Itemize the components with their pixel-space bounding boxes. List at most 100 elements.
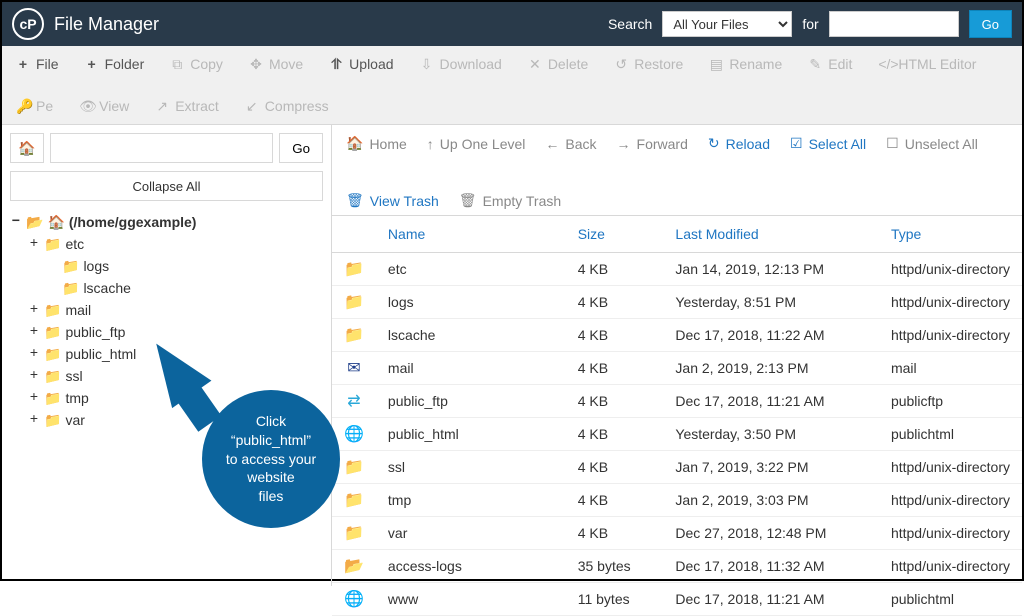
unselect-all-button[interactable]: ☐ Unselect All <box>886 135 978 152</box>
cell-modified: Yesterday, 3:50 PM <box>663 418 879 451</box>
table-row[interactable]: 🌐www11 bytesDec 17, 2018, 11:21 AMpublic… <box>332 583 1022 616</box>
table-row[interactable]: 📁logs4 KBYesterday, 8:51 PMhttpd/unix-di… <box>332 286 1022 319</box>
delete-button[interactable]: ✕ Delete <box>522 50 594 78</box>
cell-name: access-logs <box>376 550 566 583</box>
arrow-up-icon: ↑ <box>427 136 434 152</box>
cell-name: public_ftp <box>376 385 566 418</box>
permissions-button[interactable]: 🔑 Pe <box>10 92 59 120</box>
rename-icon: ▤ <box>709 56 723 73</box>
col-type[interactable]: Type <box>879 216 1022 253</box>
tree-toggle-icon[interactable]: + <box>28 343 40 365</box>
move-button[interactable]: ✥ Move <box>243 50 309 78</box>
col-name[interactable]: Name <box>376 216 566 253</box>
cell-modified: Dec 17, 2018, 11:32 AM <box>663 550 879 583</box>
delete-label: Delete <box>548 56 588 72</box>
tree-item-public_ftp[interactable]: +📁public_ftp <box>10 321 323 343</box>
folder-icon: 📁 <box>344 492 364 509</box>
download-button[interactable]: ⇩ Download <box>414 50 508 78</box>
extract-button[interactable]: ↗ Extract <box>149 92 225 120</box>
tree-item-label: lscache <box>83 277 130 299</box>
arrow-right-icon: → <box>617 136 631 152</box>
tree-item-mail[interactable]: +📁mail <box>10 299 323 321</box>
tree-toggle-icon[interactable]: − <box>10 211 22 233</box>
tree-item-public_html[interactable]: +📁public_html <box>10 343 323 365</box>
search-go-button[interactable]: Go <box>969 10 1012 38</box>
cell-type: httpd/unix-directory <box>879 484 1022 517</box>
plus-icon: + <box>16 56 30 72</box>
move-icon: ✥ <box>249 56 263 73</box>
nav-forward-button[interactable]: → Forward <box>617 135 688 152</box>
search-input[interactable] <box>829 11 959 37</box>
col-last-modified[interactable]: Last Modified <box>663 216 879 253</box>
col-size[interactable]: Size <box>566 216 664 253</box>
tree-item-label: public_html <box>65 343 136 365</box>
collapse-all-button[interactable]: Collapse All <box>10 171 323 201</box>
table-row[interactable]: 📁tmp4 KBJan 2, 2019, 3:03 PMhttpd/unix-d… <box>332 484 1022 517</box>
path-home-button[interactable]: 🏠 <box>10 133 44 163</box>
cell-name: ssl <box>376 451 566 484</box>
tree-item-logs[interactable]: 📁logs <box>10 255 323 277</box>
search-scope-select[interactable]: All Your Files <box>662 11 792 37</box>
tree-item-lscache[interactable]: 📁lscache <box>10 277 323 299</box>
copy-icon: ⧉ <box>170 56 184 73</box>
table-row[interactable]: 📁ssl4 KBJan 7, 2019, 3:22 PMhttpd/unix-d… <box>332 451 1022 484</box>
table-row[interactable]: 📂access-logs35 bytesDec 17, 2018, 11:32 … <box>332 550 1022 583</box>
tree-root[interactable]: − 📂 🏠 (/home/ggexample) <box>10 211 323 233</box>
tree-toggle-icon[interactable]: + <box>28 409 40 431</box>
copy-button[interactable]: ⧉ Copy <box>164 50 229 78</box>
select-all-button[interactable]: ☑ Select All <box>790 135 866 152</box>
table-row[interactable]: 📁etc4 KBJan 14, 2019, 12:13 PMhttpd/unix… <box>332 253 1022 286</box>
path-input[interactable] <box>50 133 273 163</box>
nav-back-label: Back <box>565 136 596 152</box>
empty-trash-button[interactable]: 🗑 Empty Trash <box>459 192 561 209</box>
reload-button[interactable]: ↻ Reload <box>708 135 770 152</box>
nav-back-button[interactable]: ← Back <box>545 135 596 152</box>
extract-icon: ↗ <box>155 98 169 115</box>
rename-button[interactable]: ▤ Rename <box>703 50 788 78</box>
reload-icon: ↻ <box>708 135 720 152</box>
tree-toggle-icon[interactable]: + <box>28 299 40 321</box>
html-editor-button[interactable]: </> HTML Editor <box>872 50 982 78</box>
edit-button[interactable]: ✎ Edit <box>802 50 858 78</box>
tree-item-label: mail <box>65 299 91 321</box>
cell-name: www <box>376 583 566 616</box>
table-row[interactable]: ✉mail4 KBJan 2, 2019, 2:13 PMmail <box>332 352 1022 385</box>
path-go-button[interactable]: Go <box>279 133 323 163</box>
new-file-button[interactable]: + File <box>10 50 65 78</box>
tree-toggle-icon[interactable]: + <box>28 233 40 255</box>
table-row[interactable]: ⇄public_ftp4 KBDec 17, 2018, 11:21 AMpub… <box>332 385 1022 418</box>
tree-toggle-icon[interactable]: + <box>28 321 40 343</box>
compress-button[interactable]: ↙ Compress <box>239 92 335 120</box>
upload-icon: ⥣ <box>329 56 343 73</box>
table-row[interactable]: 📁lscache4 KBDec 17, 2018, 11:22 AMhttpd/… <box>332 319 1022 352</box>
upload-button[interactable]: ⥣ Upload <box>323 50 399 78</box>
folder-open-icon: 📂 <box>26 211 43 233</box>
table-row[interactable]: 📁var4 KBDec 27, 2018, 12:48 PMhttpd/unix… <box>332 517 1022 550</box>
nav-up-button[interactable]: ↑ Up One Level <box>427 135 526 152</box>
copy-label: Copy <box>190 56 223 72</box>
restore-button[interactable]: ↺ Restore <box>608 50 689 78</box>
table-row[interactable]: 🌐public_html4 KBYesterday, 3:50 PMpublic… <box>332 418 1022 451</box>
edit-icon: ✎ <box>808 56 822 73</box>
col-icon[interactable] <box>332 216 376 253</box>
folder-icon: 📁 <box>44 409 61 431</box>
nav-forward-label: Forward <box>637 136 688 152</box>
cell-name: lscache <box>376 319 566 352</box>
home-icon: 🏠 <box>18 140 35 157</box>
tree-toggle-icon[interactable]: + <box>28 387 40 409</box>
tree-item-ssl[interactable]: +📁ssl <box>10 365 323 387</box>
new-folder-button[interactable]: + Folder <box>79 50 151 78</box>
tree-toggle-icon[interactable]: + <box>28 365 40 387</box>
mail-icon: ✉ <box>347 360 360 377</box>
view-trash-button[interactable]: 🗑 View Trash <box>346 192 439 209</box>
tree-toggle-icon[interactable] <box>46 277 58 299</box>
new-file-label: File <box>36 56 59 72</box>
move-label: Move <box>269 56 303 72</box>
tree-item-var[interactable]: +📁var <box>10 409 323 431</box>
tree-item-tmp[interactable]: +📁tmp <box>10 387 323 409</box>
tree-toggle-icon[interactable] <box>46 255 58 277</box>
view-button[interactable]: 👁 View <box>73 92 135 120</box>
nav-home-button[interactable]: 🏠 Home <box>346 135 407 152</box>
tree-item-etc[interactable]: +📁etc <box>10 233 323 255</box>
cell-type: httpd/unix-directory <box>879 517 1022 550</box>
